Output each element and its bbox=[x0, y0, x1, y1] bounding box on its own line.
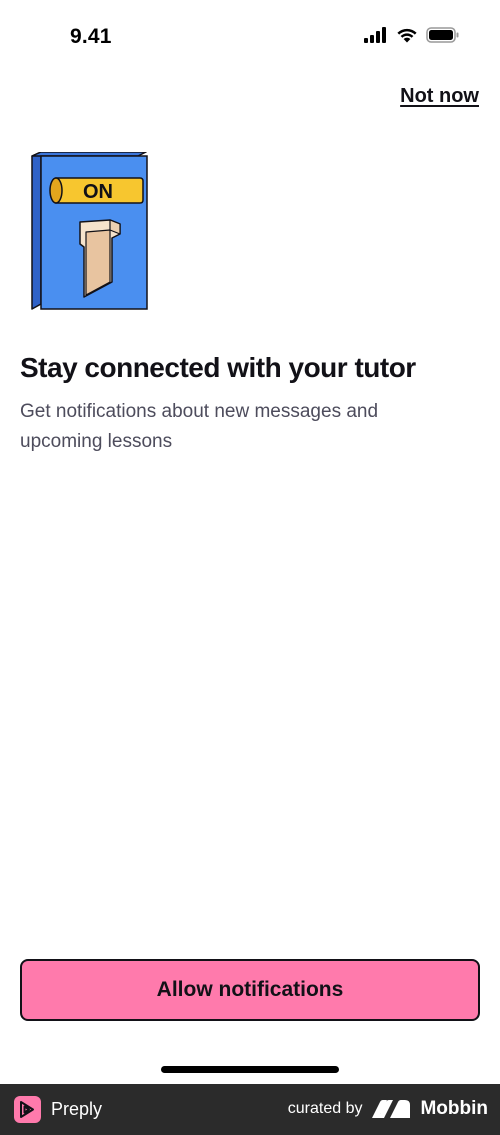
status-icons bbox=[364, 27, 460, 43]
curator-name: Mobbin bbox=[420, 1098, 488, 1119]
on-switch-illustration: ON bbox=[28, 151, 152, 312]
battery-icon bbox=[426, 27, 459, 43]
footer-curator: curated by Mobbin bbox=[288, 1098, 488, 1120]
curated-by-label: curated by bbox=[287, 1100, 363, 1117]
page-title: Stay connected with your tutor bbox=[20, 352, 416, 383]
switch-label: ON bbox=[83, 181, 113, 203]
notification-permission-screen: 9.41 Not now ON Stay connected with your… bbox=[0, 0, 500, 1135]
footer-app: Preply bbox=[14, 1096, 102, 1123]
status-bar: 9.41 bbox=[0, 0, 500, 76]
mobbin-logo-icon bbox=[372, 1100, 411, 1118]
attribution-footer: Preply curated by Mobbin bbox=[0, 1084, 500, 1135]
not-now-link[interactable]: Not now bbox=[400, 85, 479, 108]
home-indicator[interactable] bbox=[161, 1066, 339, 1073]
preply-logo-icon bbox=[14, 1096, 41, 1123]
status-time: 9.41 bbox=[70, 25, 112, 48]
allow-notifications-button[interactable]: Allow notifications bbox=[20, 959, 480, 1021]
page-subtitle: Get notifications about new messages and… bbox=[20, 401, 379, 452]
cellular-signal-icon bbox=[364, 27, 386, 43]
wifi-icon bbox=[397, 28, 417, 43]
footer-app-name: Preply bbox=[51, 1099, 103, 1119]
